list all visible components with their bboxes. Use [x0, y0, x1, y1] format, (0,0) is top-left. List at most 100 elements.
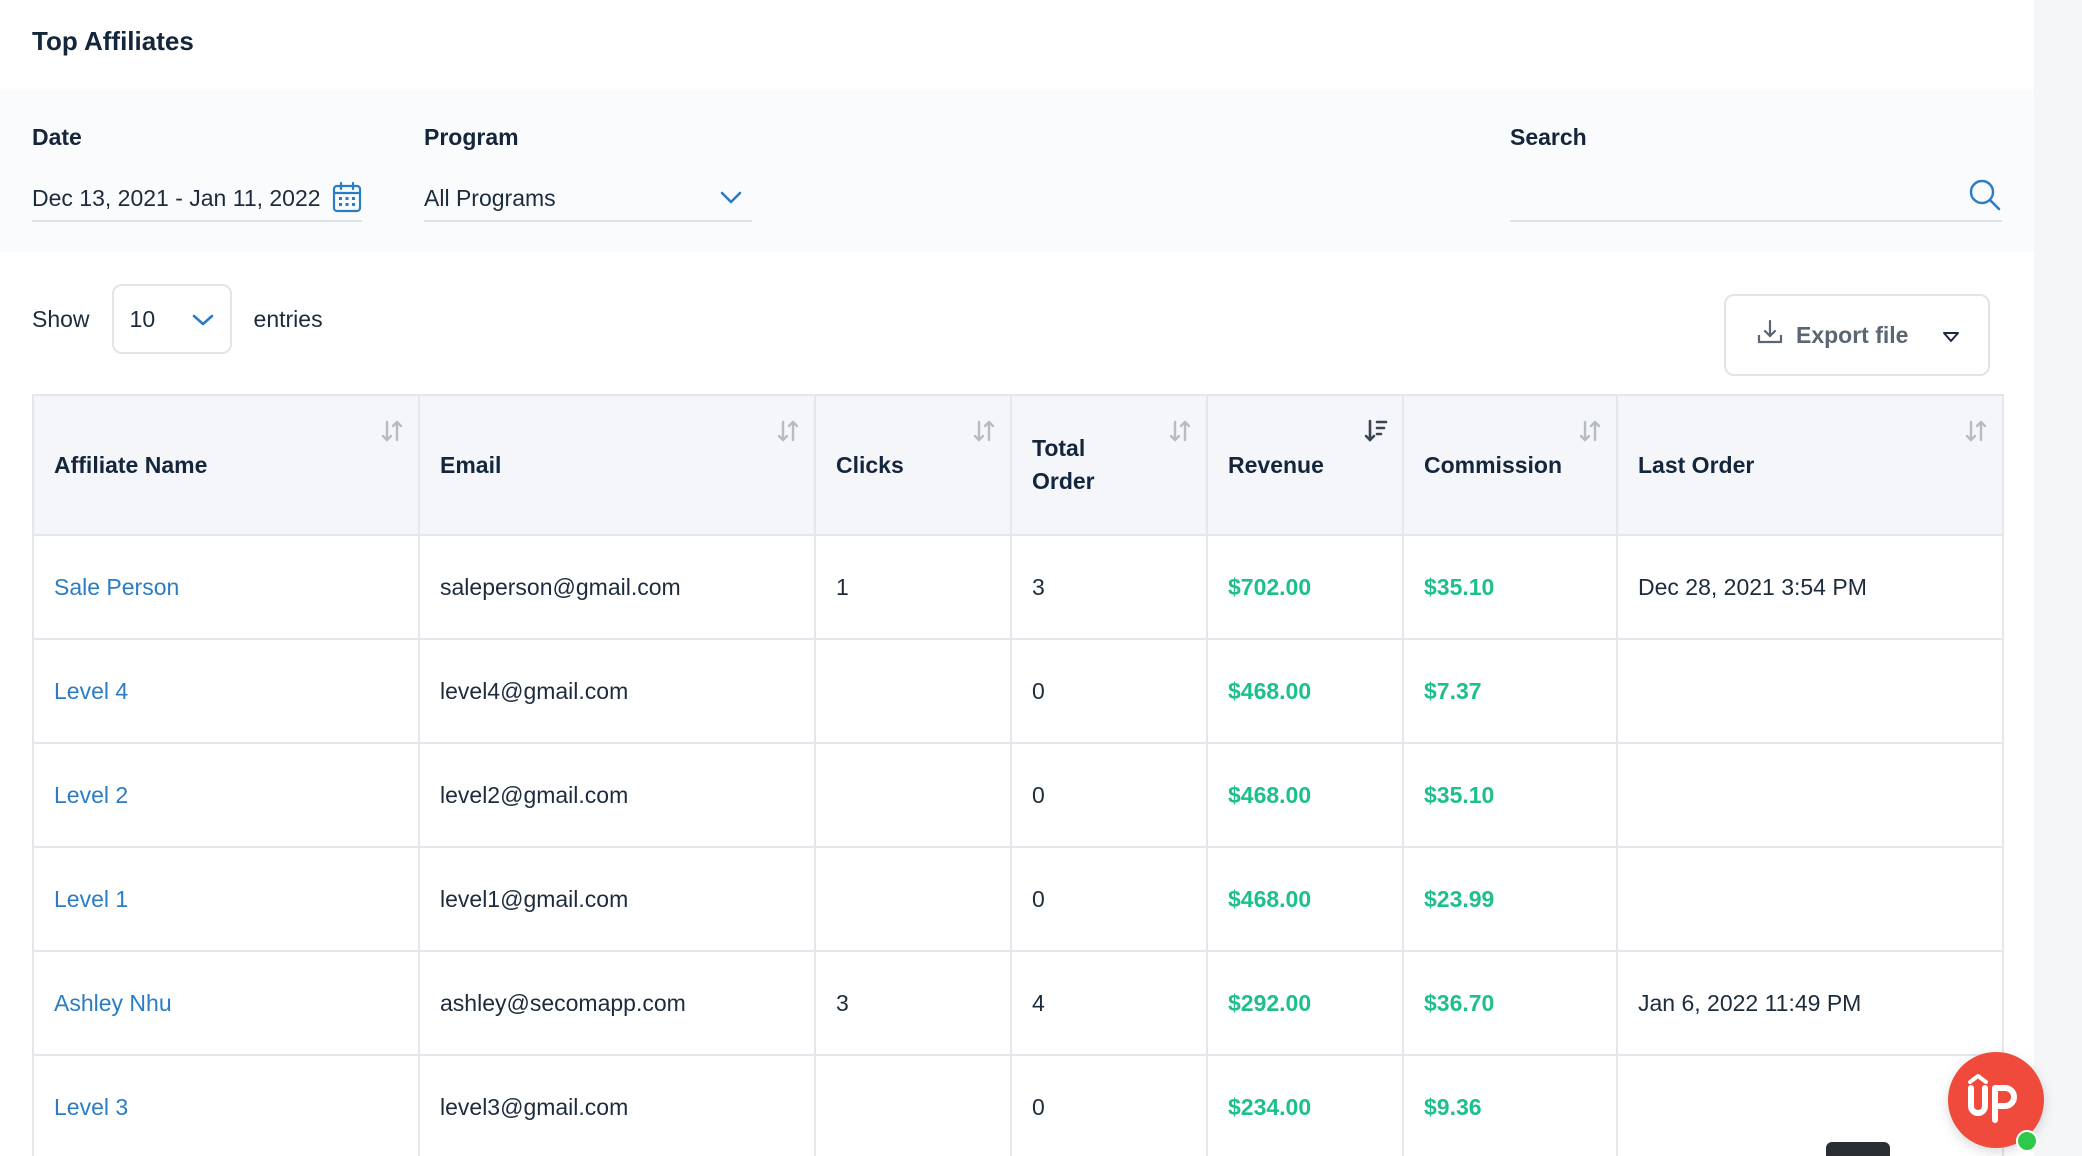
- cell-last-order: [1616, 1054, 2004, 1156]
- chevron-down-icon: [192, 306, 214, 333]
- table-row[interactable]: Sale Person saleperson@gmail.com 1 3 $702.00…: [32, 534, 2004, 640]
- sort-desc-icon[interactable]: [1364, 418, 1388, 444]
- cell-commission: $9.36: [1402, 1054, 1618, 1156]
- export-file-button[interactable]: Export file: [1724, 294, 1990, 376]
- cell-last-order: Jan 6, 2022 11:49 PM: [1616, 950, 2004, 1056]
- cell-revenue: $468.00: [1206, 742, 1404, 848]
- sort-icon[interactable]: [380, 418, 404, 444]
- top-affiliates-card: Top Affiliates Date Dec 13, 2021 - Jan 1…: [0, 0, 2034, 1156]
- cell-email: saleperson@gmail.com: [418, 534, 816, 640]
- sort-icon[interactable]: [1964, 418, 1988, 444]
- cell-last-order: [1616, 742, 2004, 848]
- affiliate-name-link[interactable]: Level 2: [54, 782, 128, 808]
- card-header: Top Affiliates: [0, 0, 2034, 90]
- column-header-label: Revenue: [1228, 451, 1324, 478]
- calendar-icon[interactable]: [330, 178, 364, 216]
- column-header-affiliate-name[interactable]: Affiliate Name: [32, 394, 420, 536]
- column-header-label: Affiliate Name: [54, 451, 208, 478]
- cell-affiliate-name: Level 2: [32, 742, 420, 848]
- cell-total-order: 0: [1010, 638, 1208, 744]
- cell-clicks: 3: [814, 950, 1012, 1056]
- cell-revenue: $702.00: [1206, 534, 1404, 640]
- cell-clicks: [814, 742, 1012, 848]
- column-header-email[interactable]: Email: [418, 394, 816, 536]
- cell-total-order: 4: [1010, 950, 1208, 1056]
- table-row[interactable]: Level 4 level4@gmail.com 0 $468.00 $7.37: [32, 638, 2004, 744]
- affiliates-table: Affiliate Name Email Clicks Total Order Reve…: [32, 394, 2004, 1156]
- affiliates-table-wrapper: Affiliate Name Email Clicks Total Order Reve…: [32, 394, 2004, 1156]
- table-header-row: Affiliate Name Email Clicks Total Order Reve…: [32, 394, 2004, 536]
- download-icon: [1756, 318, 1784, 352]
- cell-affiliate-name: Ashley Nhu: [32, 950, 420, 1056]
- cell-email: level4@gmail.com: [418, 638, 816, 744]
- sort-icon[interactable]: [972, 418, 996, 444]
- affiliate-name-link[interactable]: Level 1: [54, 886, 128, 912]
- cell-last-order: [1616, 846, 2004, 952]
- cell-commission: $36.70: [1402, 950, 1618, 1056]
- table-row[interactable]: Level 1 level1@gmail.com 0 $468.00 $23.99: [32, 846, 2004, 952]
- entries-select[interactable]: 10: [111, 284, 232, 354]
- table-row[interactable]: Ashley Nhu ashley@secomapp.com 3 4 $292.00 $3…: [32, 950, 2004, 1056]
- cell-commission: $23.99: [1402, 846, 1618, 952]
- column-header-label: Clicks: [836, 451, 904, 478]
- search-label: Search: [1510, 124, 1587, 150]
- show-entries: Show 10 entries: [32, 284, 323, 354]
- table-row[interactable]: Level 3 level3@gmail.com 0 $234.00 $9.36: [32, 1054, 2004, 1156]
- affiliate-name-link[interactable]: Sale Person: [54, 574, 179, 600]
- cell-email: level2@gmail.com: [418, 742, 816, 848]
- cell-last-order: Dec 28, 2021 3:54 PM: [1616, 534, 2004, 640]
- entries-suffix: entries: [253, 305, 323, 332]
- cell-total-order: 3: [1010, 534, 1208, 640]
- column-header-label: Email: [440, 451, 502, 478]
- cell-clicks: [814, 638, 1012, 744]
- date-range-picker[interactable]: Dec 13, 2021 - Jan 11, 2022: [32, 176, 362, 222]
- cell-affiliate-name: Level 3: [32, 1054, 420, 1156]
- cell-affiliate-name: Level 4: [32, 638, 420, 744]
- cell-total-order: 0: [1010, 742, 1208, 848]
- column-header-total-order[interactable]: Total Order: [1010, 394, 1208, 536]
- affiliate-name-link[interactable]: Ashley Nhu: [54, 990, 172, 1016]
- program-select-value: All Programs: [424, 184, 556, 211]
- cell-commission: $35.10: [1402, 534, 1618, 640]
- cell-last-order: [1616, 638, 2004, 744]
- cell-affiliate-name: Level 1: [32, 846, 420, 952]
- bottom-tab-handle[interactable]: [1826, 1142, 1890, 1156]
- cell-email: ashley@secomapp.com: [418, 950, 816, 1056]
- caret-down-icon[interactable]: [1942, 322, 1960, 349]
- chevron-down-icon[interactable]: [716, 182, 746, 212]
- filter-bar: Date Dec 13, 2021 - Jan 11, 2022 Program…: [0, 90, 2034, 252]
- column-header-clicks[interactable]: Clicks: [814, 394, 1012, 536]
- cell-email: level3@gmail.com: [418, 1054, 816, 1156]
- cell-revenue: $292.00: [1206, 950, 1404, 1056]
- up-logo-icon: [1968, 1074, 2017, 1123]
- search-icon[interactable]: [1966, 176, 2004, 214]
- program-label: Program: [424, 124, 519, 150]
- table-body: Sale Person saleperson@gmail.com 1 3 $702.00…: [32, 534, 2004, 1156]
- export-file-label: Export file: [1796, 321, 1909, 348]
- page: Top Affiliates Date Dec 13, 2021 - Jan 1…: [0, 0, 2082, 1156]
- column-header-commission[interactable]: Commission: [1402, 394, 1618, 536]
- sort-icon[interactable]: [1168, 418, 1192, 444]
- sort-icon[interactable]: [776, 418, 800, 444]
- cell-commission: $35.10: [1402, 742, 1618, 848]
- show-label: Show: [32, 305, 90, 332]
- cell-revenue: $468.00: [1206, 846, 1404, 952]
- column-header-label: Total Order: [1032, 435, 1095, 494]
- cell-clicks: 1: [814, 534, 1012, 640]
- program-select[interactable]: All Programs: [424, 176, 752, 222]
- online-status-dot: [2016, 1130, 2038, 1152]
- sort-icon[interactable]: [1578, 418, 1602, 444]
- affiliate-name-link[interactable]: Level 3: [54, 1094, 128, 1120]
- search-input[interactable]: [1510, 176, 2002, 220]
- cell-total-order: 0: [1010, 846, 1208, 952]
- date-label: Date: [32, 124, 82, 150]
- column-header-last-order[interactable]: Last Order: [1616, 394, 2004, 536]
- search-field[interactable]: [1510, 176, 2002, 222]
- cell-total-order: 0: [1010, 1054, 1208, 1156]
- cell-clicks: [814, 846, 1012, 952]
- table-row[interactable]: Level 2 level2@gmail.com 0 $468.00 $35.10: [32, 742, 2004, 848]
- cell-revenue: $468.00: [1206, 638, 1404, 744]
- column-header-revenue[interactable]: Revenue: [1206, 394, 1404, 536]
- column-header-label: Last Order: [1638, 451, 1755, 478]
- affiliate-name-link[interactable]: Level 4: [54, 678, 128, 704]
